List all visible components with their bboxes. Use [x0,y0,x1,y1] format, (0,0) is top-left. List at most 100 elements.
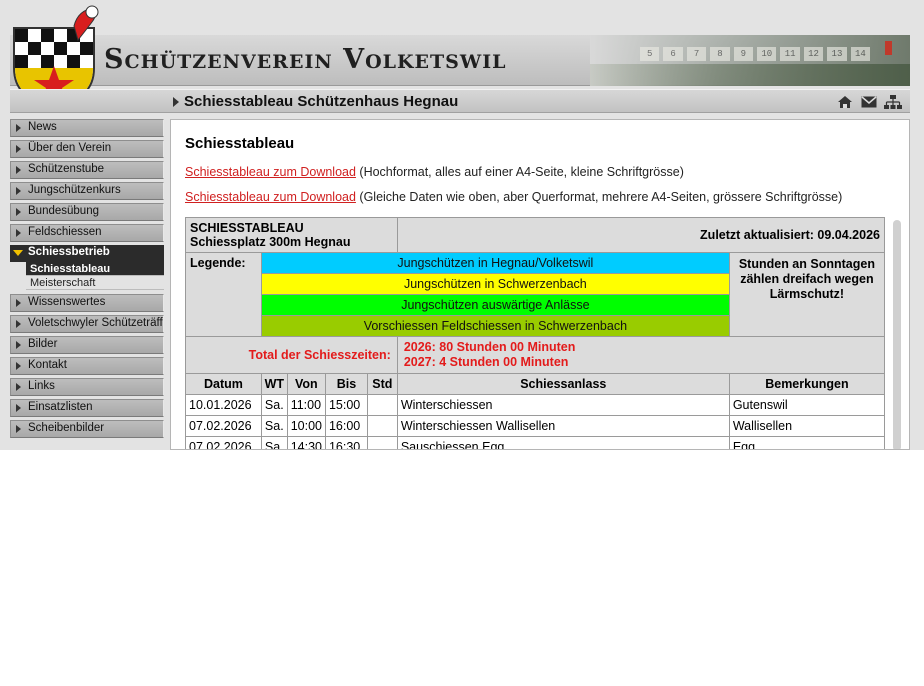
target-number-strip: 5 6 7 8 9 10 11 12 13 14 [640,47,871,61]
column-header[interactable]: Std [366,373,398,395]
legend-row: Legende: Jungschützen in Hegnau/Volketsw… [185,252,886,337]
arrow-right-icon [16,208,21,216]
legend-entry: Jungschützen in Schwerzenbach [260,273,730,295]
table-cell-von: 14:30 [286,436,326,449]
column-header[interactable]: Schiessanlass [396,373,730,395]
sidebar-subitem-meisterschaft[interactable]: Meisterschaft [26,276,164,290]
sidebar-item-label: Jungschützenkurs [28,184,121,196]
content-title: Schiesstableau [185,135,295,152]
arrow-right-icon [16,145,21,153]
sidebar-item-label: Bundesübung [28,205,99,217]
tableau-title: SCHIESSTABLEAU Schiessplatz 300m Hegnau [185,217,398,253]
title-bar: Schiesstableau Schützenhaus Hegnau [10,89,910,113]
sunday-note: Stunden an Sonntagen zählen dreifach weg… [728,252,886,337]
column-header[interactable]: Bemerkungen [728,373,886,395]
sidebar-item-label: Wissenswertes [28,296,106,308]
table-cell-anlass: Winterschiessen [396,394,730,416]
column-header-row: Datum WT Von Bis Std Schiessanlass Bemer… [185,373,886,395]
target-number: 7 [686,47,707,61]
legend-entry: Jungschützen auswärtige Anlässe [260,294,730,316]
column-header[interactable]: Von [286,373,326,395]
home-icon[interactable] [836,94,854,110]
sidebar-item-bundesübung[interactable]: Bundesübung [10,203,164,221]
sidebar-item-label: Über den Verein [28,142,112,154]
banner-grass [590,64,910,86]
table-cell-anlass: Winterschiessen Wallisellen [396,415,730,437]
table-cell-von: 10:00 [286,415,326,437]
table-header-row: SCHIESSTABLEAU Schiessplatz 300m Hegnau … [185,217,886,253]
table-cell-anlass: Sauschiessen Egg [396,436,730,449]
total-label: Total der Schiesszeiten: [185,336,398,374]
table-row: 07.02.2026 Sa. 10:00 16:00 Winterschiessen W… [185,415,886,437]
sidebar-item-schützenstube[interactable]: Schützenstube [10,161,164,179]
table-cell-von: 11:00 [286,394,326,416]
table-cell-bem: Egg [728,436,886,449]
sidebar-subitem-schiesstableau[interactable]: Schiesstableau [26,262,164,276]
download-link-landscape[interactable]: Schiesstableau zum Download [185,190,356,204]
sidebar-item-einsatzlisten[interactable]: Einsatzlisten [10,399,164,417]
table-cell-std [366,394,398,416]
sidebar-item-label: Kontakt [28,359,67,371]
header-icon-group [836,94,902,110]
sidebar-item-bilder[interactable]: Bilder [10,336,164,354]
arrow-right-icon [16,229,21,237]
content-panel: Schiesstableau Schiesstableau zum Downlo… [170,119,910,450]
flag-icon [885,41,892,55]
sidebar-item-label: Scheibenbilder [28,422,105,434]
sidebar-item-feldschiessen[interactable]: Feldschiessen [10,224,164,242]
column-header[interactable]: Bis [324,373,368,395]
totals-row: Total der Schiesszeiten: 2026: 80 Stunde… [185,336,886,374]
target-number: 10 [757,47,777,61]
arrow-right-icon [16,320,21,328]
target-number: 6 [663,47,683,61]
sidebar-item-label: Schützenstube [28,163,105,175]
target-number: 13 [827,47,847,61]
sidebar-item-label: News [28,121,57,133]
tableau-title-line: SCHIESSTABLEAU [190,221,304,235]
sidebar-item-voletschwyler-schützeträff[interactable]: Voletschwyler Schützeträff [10,315,164,333]
download-line-landscape: Schiesstableau zum Download (Gleiche Dat… [185,190,842,204]
table-cell-datum: 07.02.2026 [185,436,262,449]
triangle-down-icon [13,250,23,256]
sidebar-item-kontakt[interactable]: Kontakt [10,357,164,375]
sidebar-item-jungschützenkurs[interactable]: Jungschützenkurs [10,182,164,200]
sidebar-item-news[interactable]: News [10,119,164,137]
arrow-right-icon [16,299,21,307]
target-number: 8 [710,47,730,61]
table-cell-std [366,436,398,449]
sidebar-item-label: Schiessbetrieb [28,246,110,258]
sidebar-item-schiessbetrieb[interactable]: Schiessbetrieb [10,245,164,262]
sidebar-item-label: Bilder [28,338,58,350]
sidebar-item-label: Feldschiessen [28,226,102,238]
table-cell-datum: 07.02.2026 [185,415,262,437]
table-row: 10.01.2026 Sa. 11:00 15:00 Winterschiessen Gu… [185,394,886,416]
total-year: 2027: 4 Stunden 00 Minuten [403,355,569,369]
sidebar-item-scheibenbilder[interactable]: Scheibenbilder [10,420,164,438]
table-cell-datum: 10.01.2026 [185,394,262,416]
target-number: 14 [850,47,871,61]
sidebar-item-links[interactable]: Links [10,378,164,396]
blank-area [0,450,924,686]
sidebar-item-label: Links [28,380,55,392]
sidebar-item-label: Voletschwyler Schützeträff [28,317,163,329]
table-cell-bis: 16:00 [324,415,368,437]
total-year: 2026: 80 Stunden 00 Minuten [403,340,576,354]
sidebar-item-über-den-verein[interactable]: Über den Verein [10,140,164,158]
arrow-right-icon [16,362,21,370]
column-header[interactable]: Datum [185,373,262,395]
mail-icon[interactable] [860,94,878,110]
download-link-portrait[interactable]: Schiesstableau zum Download [185,165,356,179]
arrow-right-icon [16,425,21,433]
legend-entry: Vorschiessen Feldschiessen in Schwerzenb… [260,315,730,337]
website-viewport: 5 6 7 8 9 10 11 12 13 14 Schützenverein Volketswi… [0,0,924,450]
sitemap-icon[interactable] [884,94,902,110]
banner-photo: 5 6 7 8 9 10 11 12 13 14 [590,35,910,86]
sidebar-item-wissenswertes[interactable]: Wissenswertes [10,294,164,312]
arrow-right-icon [173,97,179,107]
scrollbar[interactable] [893,220,901,449]
site-title[interactable]: Schützenverein Volketswil [104,44,506,75]
schedule-table: SCHIESSTABLEAU Schiessplatz 300m Hegnau … [185,217,886,449]
column-header[interactable]: WT [260,373,288,395]
download-line-portrait: Schiesstableau zum Download (Hochformat,… [185,165,684,179]
page-heading: Schiesstableau Schützenhaus Hegnau [184,93,459,110]
